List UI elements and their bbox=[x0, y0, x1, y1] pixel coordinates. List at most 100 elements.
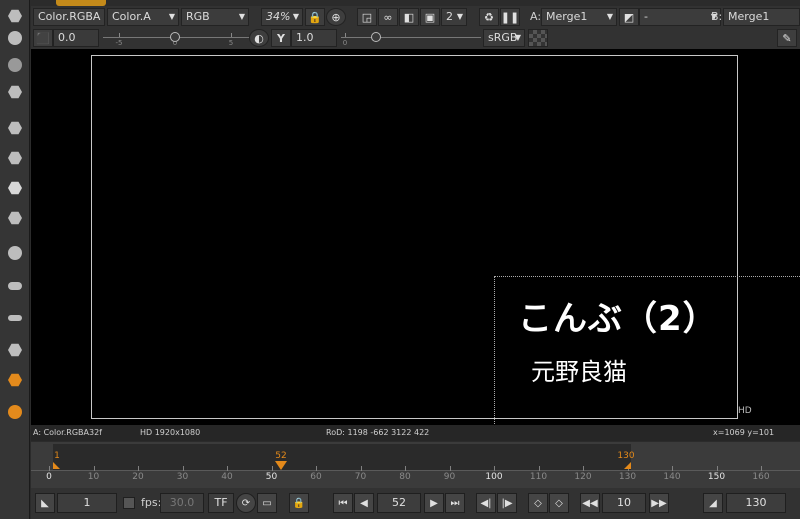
playhead-label: 52 bbox=[275, 451, 287, 461]
input-b-dropdown[interactable]: Merge1 bbox=[723, 8, 800, 26]
colorspace-dropdown[interactable]: sRGB ▼ bbox=[483, 29, 525, 47]
gmic-nodes-icon[interactable] bbox=[5, 340, 25, 360]
plugin-nodes-icon[interactable] bbox=[5, 402, 25, 422]
out-point-marker[interactable] bbox=[624, 462, 631, 469]
contrast-icon[interactable]: ◐ bbox=[249, 29, 269, 47]
first-frame-icon[interactable]: ⏮ bbox=[333, 493, 353, 513]
views-nodes-icon[interactable] bbox=[5, 276, 25, 296]
rendered-subtitle-text: 元野良猫 bbox=[531, 358, 627, 386]
previous-increment-icon[interactable]: ◀◀ bbox=[580, 493, 600, 513]
timeline-tick-label: 130 bbox=[618, 472, 637, 482]
proxy-level-dropdown[interactable]: 2 ▼ bbox=[441, 8, 467, 26]
alpha-channel-dropdown[interactable]: Color.A ▼ bbox=[107, 8, 179, 26]
next-keyframe-icon[interactable]: ◇ bbox=[549, 493, 569, 513]
gain-slider[interactable]: -5 0 5 bbox=[103, 29, 251, 47]
playhead[interactable] bbox=[275, 461, 287, 470]
extra-nodes-icon[interactable] bbox=[5, 370, 25, 390]
gain-field[interactable]: 0.0 bbox=[53, 29, 99, 47]
node-toolbar bbox=[0, 0, 30, 519]
filter-nodes-icon[interactable] bbox=[5, 148, 25, 168]
set-in-point-icon[interactable]: ◣ bbox=[35, 493, 55, 513]
display-channels-dropdown[interactable]: RGB ▼ bbox=[181, 8, 249, 26]
color-picker-icon[interactable]: ✎ bbox=[777, 29, 797, 47]
timeline-tick-label: 160 bbox=[752, 472, 770, 482]
next-frame-icon[interactable]: |▶ bbox=[497, 493, 517, 513]
channel-nodes-icon[interactable] bbox=[5, 82, 25, 102]
layer-value: Color.RGBA bbox=[38, 10, 101, 23]
zoom-value: 34% bbox=[266, 10, 291, 23]
input-a-dropdown[interactable]: Merge1 ▼ bbox=[541, 8, 617, 26]
last-frame-icon[interactable]: ⏭ bbox=[445, 493, 465, 513]
input-a-value: Merge1 bbox=[546, 10, 588, 23]
region-of-interest-icon[interactable]: ◲ bbox=[357, 8, 377, 26]
viewer-toolbar-second: ⬛ 0.0 -5 0 5 ◐ Y 1.0 0 sRGB ▼ ✎ bbox=[31, 28, 800, 49]
playback-mode-icon[interactable]: ⟳ bbox=[236, 493, 256, 513]
in-point-marker[interactable] bbox=[53, 462, 60, 469]
next-increment-icon[interactable]: ▶▶ bbox=[649, 493, 669, 513]
current-frame-value: 52 bbox=[392, 496, 406, 509]
auto-contrast-icon[interactable]: ∞ bbox=[378, 8, 398, 26]
lock-icon[interactable]: 🔒 bbox=[305, 8, 325, 26]
gamma-slider-knob[interactable] bbox=[371, 32, 381, 42]
gain-slider-knob[interactable] bbox=[170, 32, 180, 42]
timeline-tick bbox=[271, 466, 273, 471]
previous-frame-icon[interactable]: ◀| bbox=[476, 493, 496, 513]
center-viewer-icon[interactable]: ⊕ bbox=[326, 8, 346, 26]
set-out-point-icon[interactable]: ◢ bbox=[703, 493, 723, 513]
timeline-tick-label: 100 bbox=[485, 472, 503, 482]
lock-timeline-icon[interactable]: 🔒 bbox=[289, 493, 309, 513]
last-frame-field[interactable]: 130 bbox=[726, 493, 786, 513]
render-icon[interactable]: ▭ bbox=[257, 493, 277, 513]
timeline-tick bbox=[716, 466, 718, 471]
channels-info: A: Color.RGBA32f bbox=[33, 428, 102, 437]
gamma-slider[interactable]: 0 bbox=[341, 29, 481, 47]
current-frame-field[interactable]: 52 bbox=[377, 493, 421, 513]
timeline-tick bbox=[138, 466, 139, 471]
play-forward-icon[interactable]: ▶ bbox=[424, 493, 444, 513]
timeline[interactable]: 0 10 20 30 40 50 60 70 80 90 100 110 120 130 140 150 160… bbox=[31, 442, 800, 488]
fps-value: 30.0 bbox=[169, 496, 195, 509]
first-frame-field[interactable]: 1 bbox=[57, 493, 117, 513]
refresh-icon[interactable]: ♻ bbox=[479, 8, 499, 26]
time-nodes-icon[interactable] bbox=[5, 55, 25, 75]
image-nodes-icon[interactable] bbox=[5, 6, 25, 26]
timeline-tick-label: 40 bbox=[221, 472, 233, 482]
input-a-label: A: bbox=[530, 10, 542, 23]
keyer-nodes-icon[interactable] bbox=[5, 178, 25, 198]
cursor-coords: x=1069 y=101 bbox=[713, 428, 775, 437]
composite-op-dropdown[interactable]: - ▼ bbox=[639, 8, 721, 26]
zoom-dropdown[interactable]: 34% ▼ bbox=[261, 8, 303, 26]
paint-nodes-icon[interactable] bbox=[5, 28, 25, 48]
timeline-tick-label: 80 bbox=[399, 472, 411, 482]
display-channels-value: RGB bbox=[186, 10, 210, 23]
other-nodes-icon[interactable] bbox=[5, 308, 25, 328]
gain-toggle-icon[interactable]: ⬛ bbox=[33, 29, 53, 47]
proxy-icon[interactable]: ▣ bbox=[420, 8, 440, 26]
merge-nodes-icon[interactable] bbox=[5, 208, 25, 228]
previous-keyframe-icon[interactable]: ◇ bbox=[528, 493, 548, 513]
proxy-level-value: 2 bbox=[446, 10, 453, 23]
composite-icon[interactable]: ◩ bbox=[619, 8, 639, 26]
fps-toggle[interactable] bbox=[123, 497, 135, 509]
render-scale-icon[interactable]: ◧ bbox=[399, 8, 419, 26]
increment-field[interactable]: 10 bbox=[602, 493, 646, 513]
timeline-tick-label: 10 bbox=[87, 472, 100, 482]
input-b-value: Merge1 bbox=[728, 10, 770, 23]
timeline-tick bbox=[449, 466, 451, 471]
timeline-tick-label: 70 bbox=[354, 472, 367, 482]
gamma-toggle-icon[interactable]: Y bbox=[271, 29, 291, 47]
layer-dropdown[interactable]: Color.RGBA bbox=[33, 8, 105, 26]
gamma-field[interactable]: 1.0 bbox=[291, 29, 337, 47]
timeline-tick-label: 20 bbox=[132, 472, 144, 482]
out-point-label: 130 bbox=[617, 451, 635, 461]
gain-tick-label: -5 bbox=[115, 39, 123, 47]
color-nodes-icon[interactable] bbox=[5, 118, 25, 138]
viewer-canvas[interactable]: こんぶ（2） 元野良猫 HD bbox=[31, 49, 800, 425]
timecode-dropdown[interactable]: TF bbox=[208, 493, 234, 513]
play-backward-icon[interactable]: ◀ bbox=[354, 493, 374, 513]
pause-icon[interactable]: ❚❚ bbox=[500, 8, 520, 26]
checkerboard-icon[interactable] bbox=[528, 29, 548, 47]
fps-field[interactable]: 30.0 bbox=[160, 493, 204, 513]
gain-tick bbox=[231, 33, 232, 37]
transform-nodes-icon[interactable] bbox=[5, 243, 25, 263]
